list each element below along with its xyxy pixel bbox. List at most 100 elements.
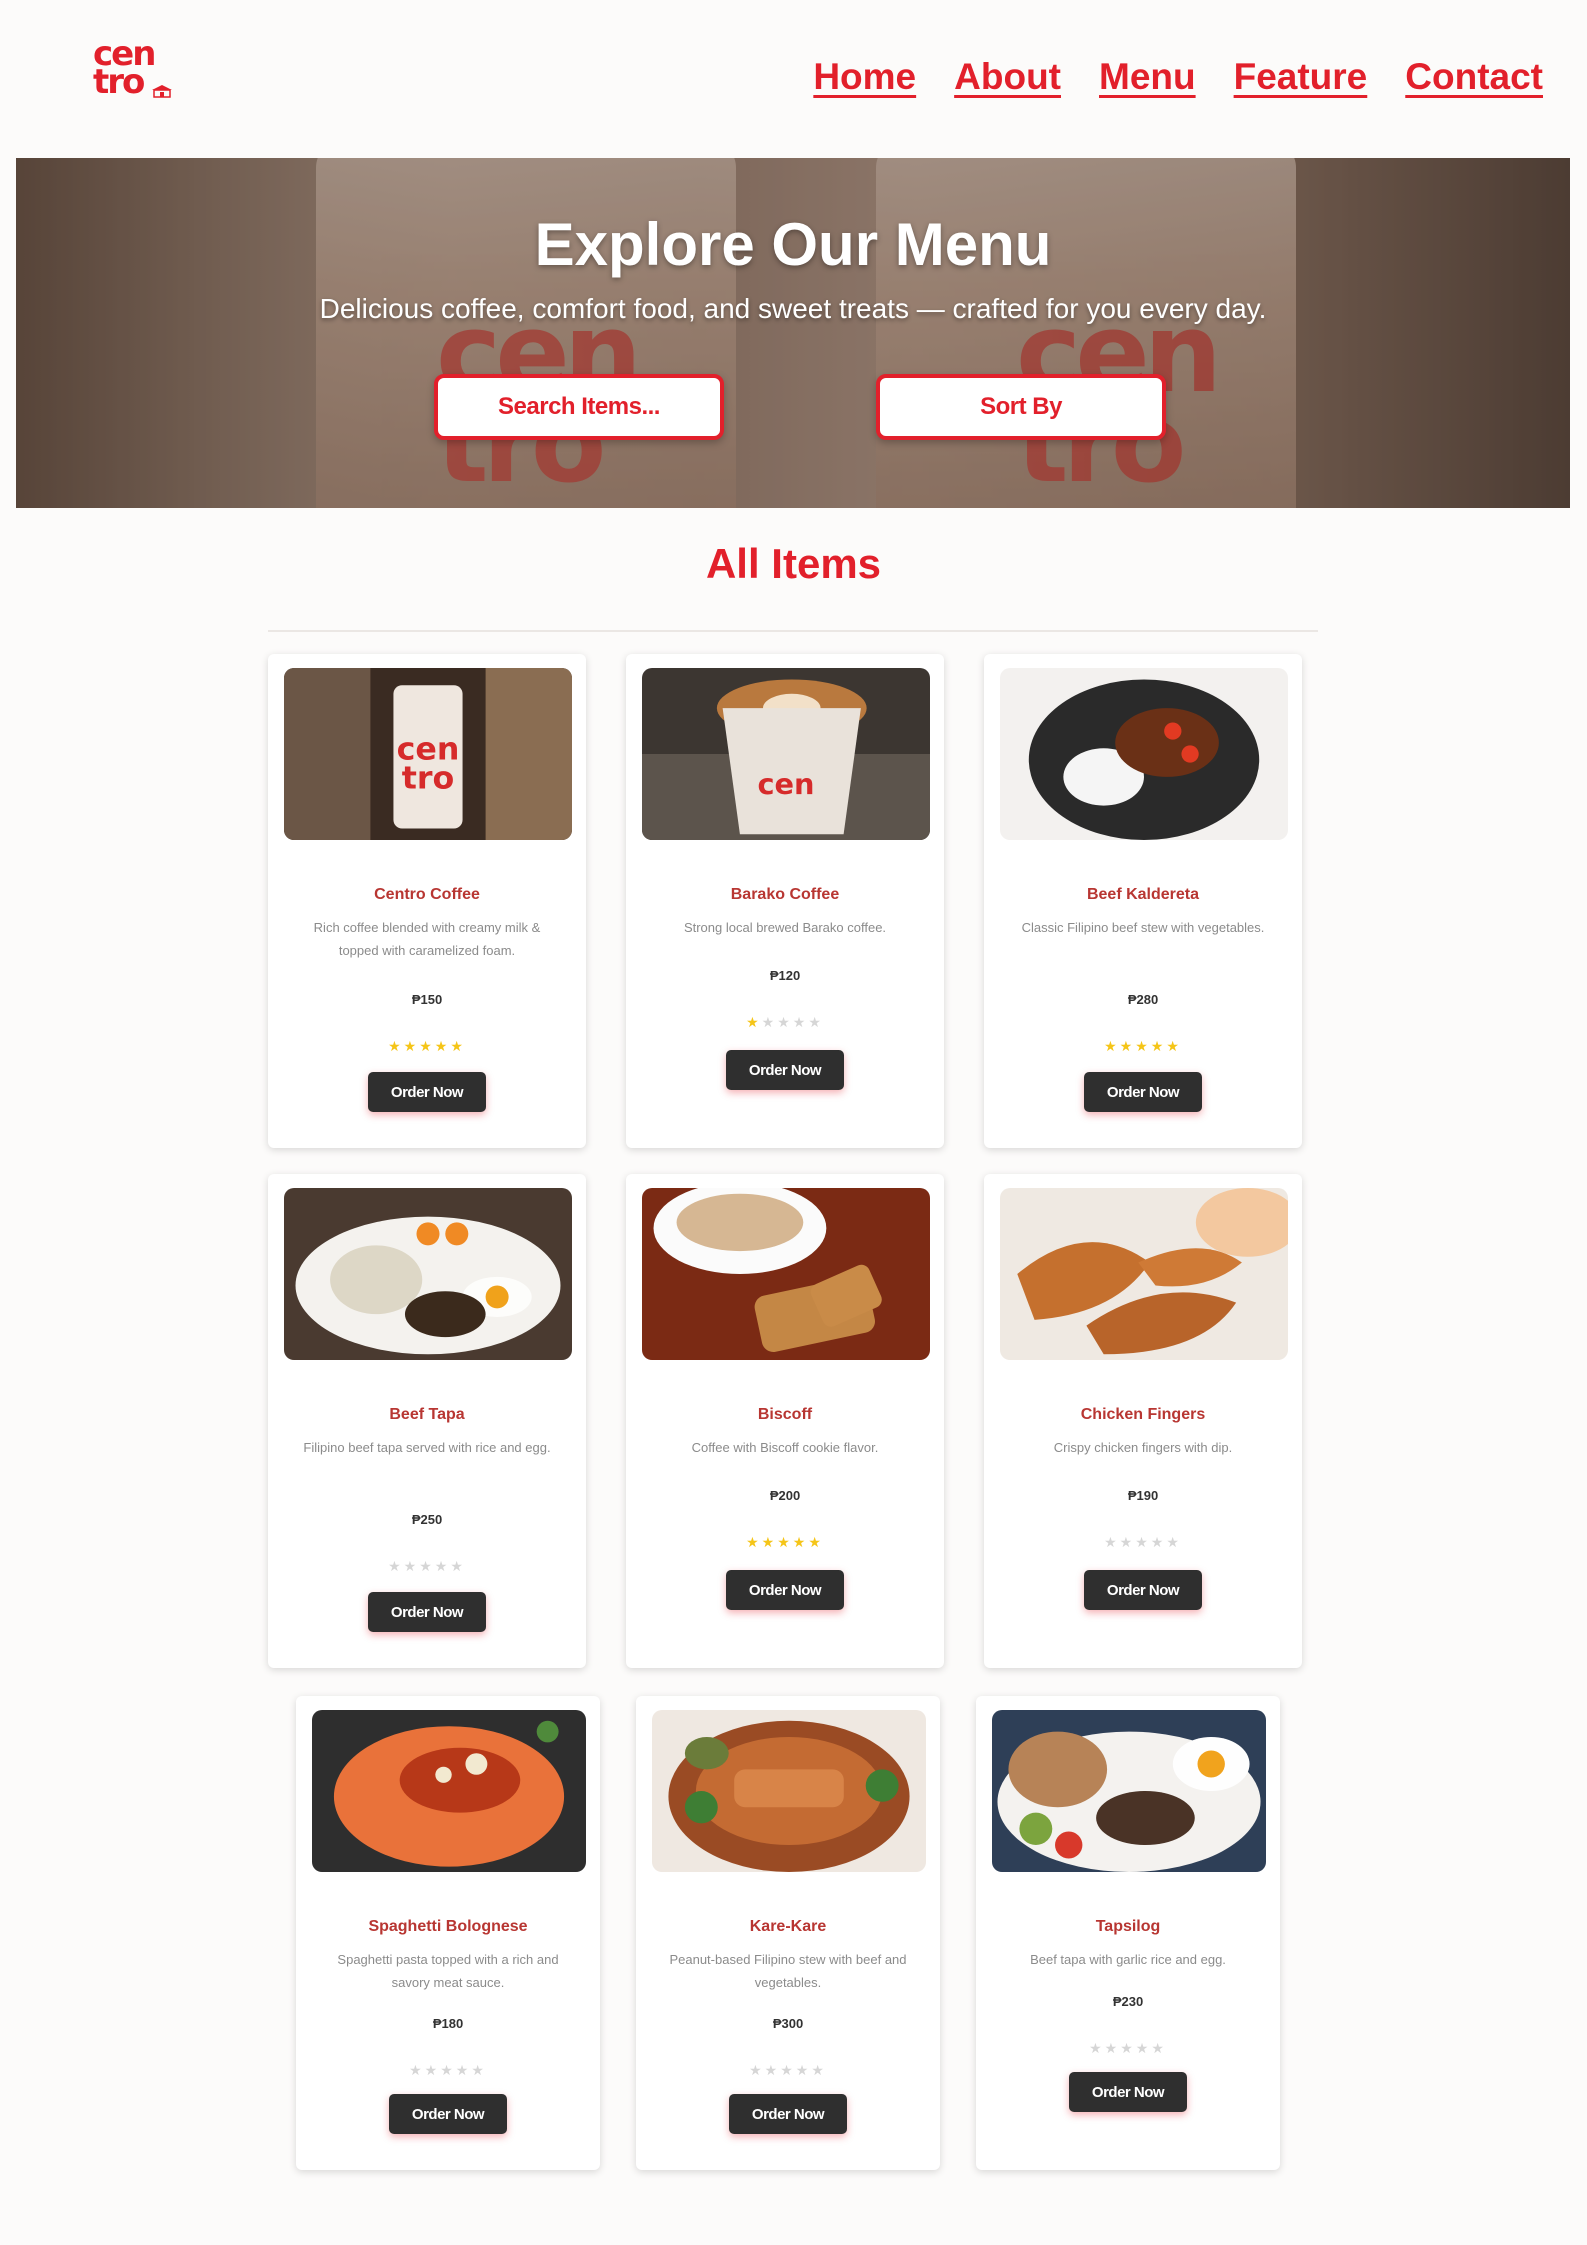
- item-name: Centro Coffee: [374, 886, 480, 903]
- star-icon[interactable]: ★: [440, 2062, 456, 2078]
- spaghetti-bolognese-image: [312, 1710, 586, 1872]
- star-icon[interactable]: ★: [404, 1558, 420, 1574]
- item-price: ₱120: [769, 968, 801, 983]
- star-rating[interactable]: ★★★★★: [984, 1534, 1302, 1551]
- star-rating[interactable]: ★★★★★: [626, 1534, 944, 1551]
- star-icon[interactable]: ★: [780, 2062, 796, 2078]
- beef-kaldereta-image: [1000, 668, 1288, 840]
- svg-text:tro: tro: [402, 760, 455, 796]
- order-now-button[interactable]: Order Now: [726, 1050, 844, 1090]
- order-now-button[interactable]: Order Now: [368, 1072, 486, 1112]
- centro-coffee-image: cen tro: [284, 668, 572, 840]
- star-icon[interactable]: ★: [1136, 2040, 1152, 2056]
- nav-menu[interactable]: Menu: [1099, 56, 1196, 98]
- star-icon[interactable]: ★: [793, 1014, 809, 1030]
- star-icon[interactable]: ★: [1151, 1038, 1167, 1054]
- star-icon[interactable]: ★: [796, 2062, 812, 2078]
- star-icon[interactable]: ★: [808, 1014, 824, 1030]
- hero-banner: cen tro cen tro Explore Our Menu Delicious…: [16, 158, 1570, 508]
- item-name: Beef Kaldereta: [1086, 886, 1200, 903]
- star-icon[interactable]: ★: [456, 2062, 472, 2078]
- star-icon[interactable]: ★: [1104, 1038, 1120, 1054]
- star-icon[interactable]: ★: [1166, 1038, 1182, 1054]
- star-icon[interactable]: ★: [1151, 1534, 1167, 1550]
- main-nav: Home About Menu Feature Contact: [813, 56, 1543, 98]
- star-icon[interactable]: ★: [793, 1534, 809, 1550]
- star-icon[interactable]: ★: [808, 1534, 824, 1550]
- star-icon[interactable]: ★: [777, 1534, 793, 1550]
- star-icon[interactable]: ★: [1120, 2040, 1136, 2056]
- star-icon[interactable]: ★: [1135, 1534, 1151, 1550]
- star-icon[interactable]: ★: [388, 1558, 404, 1574]
- logo-wordmark: cen tro: [93, 37, 156, 99]
- star-icon[interactable]: ★: [1135, 1038, 1151, 1054]
- star-rating[interactable]: ★★★★★: [296, 2062, 600, 2079]
- order-now-button[interactable]: Order Now: [1084, 1072, 1202, 1112]
- star-rating[interactable]: ★★★★★: [976, 2040, 1280, 2057]
- item-description: Peanut-based Filipino stew with beef and…: [669, 1952, 907, 1990]
- star-rating[interactable]: ★★★★★: [626, 1014, 944, 1031]
- star-icon[interactable]: ★: [765, 2062, 781, 2078]
- nav-home[interactable]: Home: [813, 56, 916, 98]
- item-description: Crispy chicken fingers with dip.: [1053, 1440, 1233, 1455]
- sort-by-button[interactable]: Sort By: [876, 374, 1166, 440]
- beef-tapa-image: [284, 1188, 572, 1360]
- order-now-button[interactable]: Order Now: [726, 1570, 844, 1610]
- tapsilog-image: [992, 1710, 1266, 1872]
- star-icon[interactable]: ★: [762, 1014, 778, 1030]
- star-rating[interactable]: ★★★★★: [268, 1038, 586, 1055]
- item-description: Strong local brewed Barako coffee.: [683, 920, 887, 935]
- order-now-button[interactable]: Order Now: [368, 1592, 486, 1632]
- item-description: Coffee with Biscoff cookie flavor.: [691, 1440, 879, 1455]
- star-icon[interactable]: ★: [1151, 2040, 1167, 2056]
- star-rating[interactable]: ★★★★★: [636, 2062, 940, 2079]
- star-icon[interactable]: ★: [409, 2062, 425, 2078]
- star-icon[interactable]: ★: [1104, 1534, 1120, 1550]
- star-icon[interactable]: ★: [425, 2062, 441, 2078]
- item-name: Biscoff: [757, 1406, 813, 1423]
- menu-item-card: Spaghetti Bolognese Spaghetti pasta toppe…: [296, 1696, 600, 2170]
- star-rating[interactable]: ★★★★★: [268, 1558, 586, 1575]
- star-icon[interactable]: ★: [450, 1038, 466, 1054]
- star-icon[interactable]: ★: [435, 1038, 451, 1054]
- nav-feature[interactable]: Feature: [1234, 56, 1368, 98]
- star-icon[interactable]: ★: [1120, 1038, 1136, 1054]
- item-name: Barako Coffee: [730, 886, 840, 903]
- nav-contact[interactable]: Contact: [1405, 56, 1543, 98]
- star-icon[interactable]: ★: [419, 1038, 435, 1054]
- star-icon[interactable]: ★: [419, 1558, 435, 1574]
- star-icon[interactable]: ★: [777, 1014, 793, 1030]
- search-items-button[interactable]: Search Items...: [434, 374, 724, 440]
- order-now-button[interactable]: Order Now: [729, 2094, 847, 2134]
- menu-item-card: cen Barako Coffee Strong local brewed Bara…: [626, 654, 944, 1148]
- menu-item-card: cen tro Centro Coffee Rich coffee blended w…: [268, 654, 586, 1148]
- star-icon[interactable]: ★: [762, 1534, 778, 1550]
- star-icon[interactable]: ★: [435, 1558, 451, 1574]
- order-now-button[interactable]: Order Now: [1084, 1570, 1202, 1610]
- item-description: Classic Filipino beef stew with vegetabl…: [1021, 920, 1265, 935]
- star-icon[interactable]: ★: [746, 1014, 762, 1030]
- brand-logo[interactable]: cen tro: [93, 37, 183, 112]
- star-icon[interactable]: ★: [746, 1534, 762, 1550]
- menu-item-card: Beef Kaldereta Classic Filipino beef stew…: [984, 654, 1302, 1148]
- item-price: ₱200: [769, 1488, 801, 1503]
- star-icon[interactable]: ★: [1089, 2040, 1105, 2056]
- nav-about[interactable]: About: [954, 56, 1061, 98]
- star-icon[interactable]: ★: [749, 2062, 765, 2078]
- star-icon[interactable]: ★: [450, 1558, 466, 1574]
- hero-subtitle: Delicious coffee, comfort food, and swee…: [319, 293, 1267, 324]
- star-icon[interactable]: ★: [404, 1038, 420, 1054]
- order-now-button[interactable]: Order Now: [389, 2094, 507, 2134]
- item-name: Beef Tapa: [389, 1406, 465, 1423]
- star-icon[interactable]: ★: [1105, 2040, 1121, 2056]
- star-icon[interactable]: ★: [471, 2062, 487, 2078]
- star-icon[interactable]: ★: [811, 2062, 827, 2078]
- star-icon[interactable]: ★: [388, 1038, 404, 1054]
- star-icon[interactable]: ★: [1166, 1534, 1182, 1550]
- star-icon[interactable]: ★: [1120, 1534, 1136, 1550]
- star-rating[interactable]: ★★★★★: [984, 1038, 1302, 1055]
- item-name: Tapsilog: [1095, 1918, 1161, 1935]
- item-price: ₱280: [1127, 992, 1159, 1007]
- order-now-button[interactable]: Order Now: [1069, 2072, 1187, 2112]
- menu-item-card: Chicken Fingers Crispy chicken fingers wi…: [984, 1174, 1302, 1668]
